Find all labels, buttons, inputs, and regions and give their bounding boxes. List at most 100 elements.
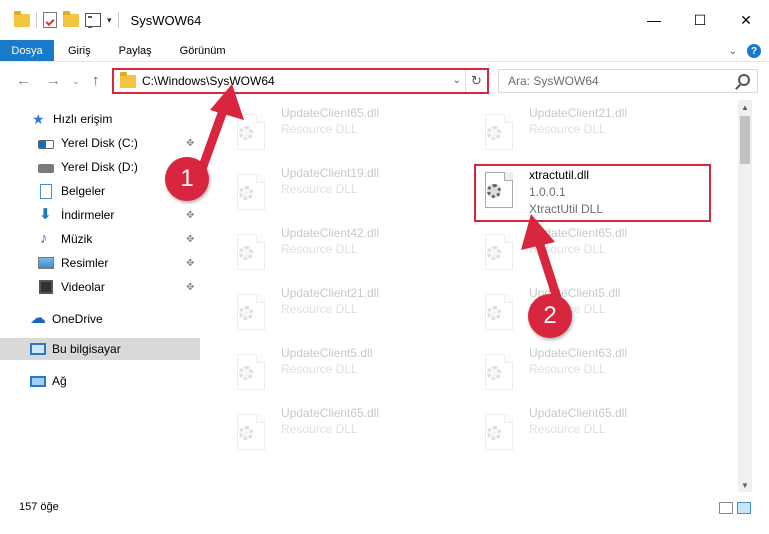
new-folder-icon[interactable] [63, 10, 79, 27]
sidebar-item-drive-c[interactable]: Yerel Disk (C:) ✥ [0, 132, 200, 154]
properties-icon[interactable] [43, 12, 57, 28]
pin-icon[interactable]: ✥ [186, 234, 194, 245]
tab-home[interactable]: Giriş [54, 40, 105, 61]
documents-icon [40, 183, 52, 199]
file-item[interactable]: UpdateClient63.dll Resource DLL [459, 340, 689, 394]
search-box[interactable]: Ara: SysWOW64 [498, 69, 758, 93]
back-arrow-icon[interactable]: ← [16, 72, 31, 89]
ribbon-tabs: Dosya Giriş Paylaş Görünüm ⌄ ? [0, 40, 769, 62]
file-name: UpdateClient63.dll [529, 346, 628, 360]
annotation-badge-1: 1 [165, 157, 209, 201]
file-type: Resource DLL [281, 182, 358, 196]
scroll-down-icon[interactable]: ▼ [738, 478, 752, 492]
file-name: UpdateClient21.dll [529, 106, 628, 120]
file-type: Resource DLL [529, 422, 606, 436]
sidebar-item-label: Resimler [61, 256, 109, 270]
tab-file[interactable]: Dosya [0, 40, 54, 61]
item-count: 157 öğe [19, 501, 59, 513]
file-item[interactable]: UpdateClient42.dll Resource DLL [211, 220, 441, 274]
file-type: Resource DLL [281, 302, 358, 316]
sidebar-item-label: Ağ [52, 374, 67, 388]
navigation-bar: ← → ⌄ ↑ C:\Windows\SysWOW64 ⌄ ↻ Ara: Sys… [0, 62, 769, 100]
quick-access-toolbar: ▾ [14, 0, 119, 40]
scroll-up-icon[interactable]: ▲ [738, 100, 752, 114]
sidebar-item-videos[interactable]: Videolar ✥ [0, 276, 200, 298]
scroll-thumb[interactable] [740, 116, 750, 164]
dll-file-icon [481, 234, 517, 274]
tab-view[interactable]: Görünüm [166, 40, 240, 61]
drive-c-icon [38, 140, 54, 149]
title-bar: ▾ SysWOW64 — ☐ ✕ [0, 0, 769, 40]
address-bar[interactable]: C:\Windows\SysWOW64 ⌄ ↻ [112, 68, 489, 94]
sidebar-item-this-pc[interactable]: Bu bilgisayar [0, 338, 200, 360]
file-item[interactable]: UpdateClient65.dll Resource DLL [211, 400, 441, 454]
music-icon: ♪ [40, 230, 48, 247]
tiles-view-icon[interactable] [737, 502, 751, 514]
folder-icon [14, 10, 30, 27]
star-icon: ★ [32, 111, 45, 127]
file-name: UpdateClient42.dll [281, 226, 380, 240]
maximize-button[interactable]: ☐ [677, 0, 723, 40]
sidebar-item-label: Belgeler [61, 184, 106, 198]
recent-locations-chevron-icon[interactable]: ⌄ [72, 76, 80, 87]
sidebar-item-label: İndirmeler [61, 208, 115, 222]
sidebar-item-network[interactable]: Ağ [0, 370, 200, 392]
up-arrow-icon[interactable]: ↑ [92, 72, 100, 89]
details-view-icon[interactable] [719, 502, 733, 514]
pictures-icon [38, 257, 54, 269]
dll-file-icon [233, 354, 269, 394]
drive-d-icon [38, 164, 54, 173]
pin-icon[interactable]: ✥ [186, 282, 194, 293]
downloads-icon: ⬇ [39, 206, 52, 223]
tab-share[interactable]: Paylaş [105, 40, 166, 61]
sidebar-item-music[interactable]: ♪ Müzik ✥ [0, 228, 200, 250]
cloud-icon: ☁ [30, 310, 46, 327]
status-bar: 157 öğe [0, 494, 769, 534]
file-item[interactable]: UpdateClient65.dll Resource DLL [459, 400, 689, 454]
pin-icon[interactable]: ✥ [186, 210, 194, 221]
file-name: UpdateClient19.dll [281, 166, 380, 180]
videos-icon [39, 280, 53, 294]
minimize-button[interactable]: — [631, 0, 677, 40]
file-type: Resource DLL [281, 122, 358, 136]
close-button[interactable]: ✕ [723, 0, 769, 40]
file-type: Resource DLL [529, 362, 606, 376]
xtractutil-highlight-box [474, 164, 711, 222]
dll-file-icon [481, 294, 517, 334]
file-type: Resource DLL [281, 242, 358, 256]
file-item[interactable]: UpdateClient5.dll Resource DLL [211, 340, 441, 394]
pin-icon[interactable]: ✥ [186, 258, 194, 269]
sidebar-item-downloads[interactable]: ⬇ İndirmeler ✥ [0, 204, 200, 226]
network-icon [30, 375, 46, 387]
file-type: Resource DLL [281, 422, 358, 436]
address-dropdown-icon[interactable]: ⌄ [453, 75, 461, 86]
sidebar-item-label: Hızlı erişim [53, 112, 113, 126]
dll-file-icon [233, 234, 269, 274]
sidebar-item-pictures[interactable]: Resimler ✥ [0, 252, 200, 274]
rename-icon[interactable] [85, 13, 101, 28]
sidebar-item-onedrive[interactable]: ☁ OneDrive [0, 308, 200, 330]
toolbar-separator [36, 12, 37, 28]
sidebar-item-label: Bu bilgisayar [52, 342, 121, 356]
navigation-pane: ★ Hızlı erişim Yerel Disk (C:) ✥ Yerel D… [0, 100, 205, 492]
file-name: UpdateClient65.dll [281, 406, 380, 420]
forward-arrow-icon[interactable]: → [46, 72, 61, 89]
help-icon[interactable]: ? [747, 44, 761, 58]
vertical-scrollbar[interactable]: ▲ ▼ [738, 100, 752, 492]
sidebar-item-label: Yerel Disk (C:) [61, 136, 138, 150]
annotation-badge-2: 2 [528, 294, 572, 338]
address-folder-icon [120, 71, 136, 88]
dll-file-icon [481, 114, 517, 154]
file-item[interactable]: UpdateClient21.dll Resource DLL [211, 280, 441, 334]
refresh-icon[interactable]: ↻ [465, 70, 487, 92]
file-list: UpdateClient65.dll Resource DLL UpdateCl… [205, 100, 738, 492]
customize-toolbar-dropdown-icon[interactable]: ▾ [107, 15, 112, 26]
search-icon[interactable] [738, 74, 750, 86]
file-name: UpdateClient65.dll [281, 106, 380, 120]
sidebar-item-quick-access[interactable]: ★ Hızlı erişim [0, 108, 200, 130]
computer-icon [30, 343, 46, 355]
file-item[interactable]: UpdateClient21.dll Resource DLL [459, 100, 689, 154]
sidebar-item-label: Videolar [61, 280, 105, 294]
search-input[interactable]: Ara: SysWOW64 [508, 74, 599, 88]
expand-ribbon-chevron-icon[interactable]: ⌄ [729, 46, 737, 57]
